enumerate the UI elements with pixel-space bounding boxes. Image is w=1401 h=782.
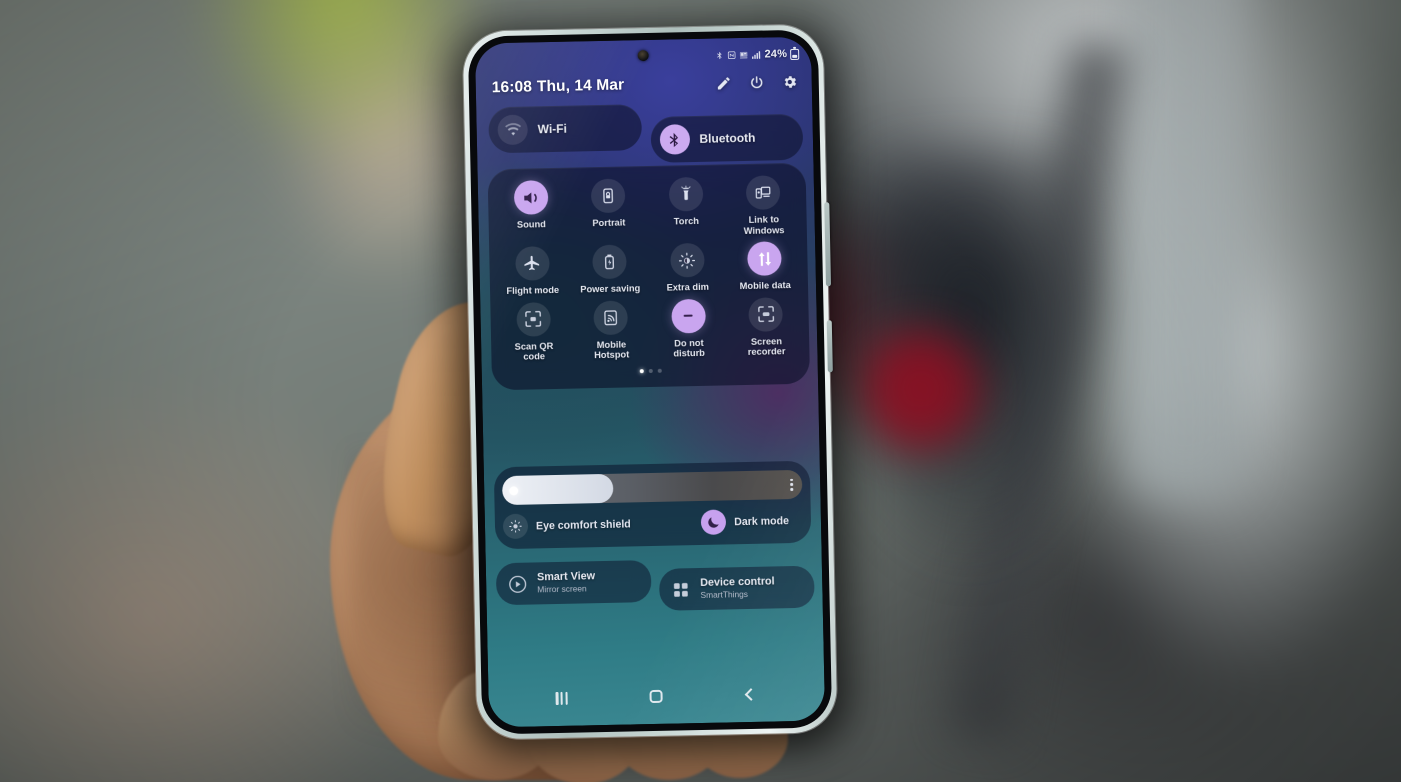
toggle-portrait[interactable]: Portrait [569, 178, 648, 242]
toggle-sound[interactable]: Sound [492, 180, 571, 244]
extra-dim-icon [669, 243, 705, 278]
header-action-icons [716, 74, 798, 92]
page-dot-1[interactable] [639, 369, 644, 374]
quick-settings-header: 16:08 Thu, 14 Mar [492, 73, 798, 97]
back-button[interactable] [733, 680, 770, 709]
home-square-icon [649, 689, 664, 703]
link-windows-icon [745, 175, 781, 210]
toggle-flight-mode[interactable]: Flight mode [493, 246, 572, 299]
toggle-label: Screen recorder [747, 336, 786, 358]
brightness-slider-fill [501, 473, 614, 506]
toggle-label: Mobile Hotspot [594, 339, 630, 361]
recents-button[interactable] [544, 684, 581, 713]
device-control-subtitle: SmartThings [700, 588, 749, 600]
clock-and-date: 16:08 Thu, 14 Mar [492, 76, 625, 97]
toggle-label: Portrait [592, 217, 626, 229]
battery-icon [790, 48, 800, 60]
vpn-status-icon [739, 50, 748, 60]
signal-bars-icon [751, 50, 761, 60]
hotspot-icon [593, 300, 629, 335]
smart-view-icon [506, 573, 528, 595]
toggle-torch[interactable]: Torch [647, 176, 726, 240]
clock-date: Thu, 14 Mar [536, 76, 625, 96]
device-control-title: Device control [700, 575, 775, 589]
quick-toggle-card: Sound Portrait Torch Link to Windows Fli… [487, 162, 811, 391]
dark-mode-label: Dark mode [734, 514, 790, 528]
power-icon[interactable] [749, 75, 765, 91]
bottom-card-row: Smart View Mirror screen Device control … [495, 557, 815, 615]
toggle-label: Link to Windows [743, 214, 785, 236]
smart-view-subtitle: Mirror screen [537, 583, 587, 595]
front-camera-punch-hole [637, 49, 649, 62]
quick-toggle-grid: Sound Portrait Torch Link to Windows Fli… [492, 175, 806, 365]
toggle-label: Torch [673, 215, 700, 227]
toggle-label: Flight mode [506, 285, 560, 297]
page-dot-3[interactable] [657, 368, 662, 373]
smartphone: 24% 16:08 Thu, 14 Mar Wi-Fi Bluetooth So… [446, 15, 856, 751]
sound-icon [513, 180, 549, 215]
home-button[interactable] [638, 682, 675, 711]
battery-percent-label: 24% [764, 48, 788, 61]
rotation-lock-icon [590, 178, 626, 214]
device-control-text: Device control SmartThings [700, 575, 775, 601]
display-toggle-row: Eye comfort shield Dark mode [502, 508, 803, 540]
status-bar: 24% [715, 48, 800, 62]
clock-time: 16:08 [491, 78, 533, 97]
more-vertical-icon[interactable] [790, 478, 794, 491]
toggle-screen-recorder[interactable]: Screen recorder [727, 296, 806, 361]
side-power-button[interactable] [826, 320, 833, 373]
toggle-power-saving[interactable]: Power saving [571, 244, 650, 297]
moon-icon [700, 509, 727, 535]
page-dot-2[interactable] [648, 368, 653, 373]
connectivity-pill-row: Wi-Fi Bluetooth [488, 101, 804, 167]
toggle-mobile-hotspot[interactable]: Mobile Hotspot [572, 300, 651, 364]
navigation-bar [488, 672, 825, 719]
toggle-link-to-windows[interactable]: Link to Windows [724, 175, 803, 239]
toggle-extra-dim[interactable]: Extra dim [648, 243, 727, 296]
phone-screen: 24% 16:08 Thu, 14 Mar Wi-Fi Bluetooth So… [474, 36, 826, 728]
brightness-card: Eye comfort shield Dark mode [493, 460, 812, 550]
toggle-do-not-disturb[interactable]: Do not disturb [649, 298, 728, 362]
toggle-label: Power saving [580, 283, 641, 295]
nfc-status-icon [727, 50, 736, 60]
bluetooth-icon [659, 124, 690, 155]
mobile-data-icon [747, 241, 783, 277]
dark-mode-toggle[interactable]: Dark mode [700, 508, 790, 535]
smart-view-title: Smart View [536, 570, 596, 584]
smartthings-grid-icon [669, 578, 691, 600]
smart-view-card[interactable]: Smart View Mirror screen [495, 560, 652, 606]
brightness-slider[interactable] [501, 469, 803, 506]
eye-comfort-shield-toggle[interactable]: Eye comfort shield [502, 511, 631, 540]
wifi-pill[interactable]: Wi-Fi [488, 104, 642, 154]
toggle-label: Extra dim [666, 281, 710, 293]
page-indicator [496, 366, 806, 376]
airplane-icon [514, 246, 550, 281]
pencil-icon[interactable] [716, 75, 732, 91]
toggle-label: Sound [516, 219, 546, 230]
toggle-label: Do not disturb [673, 337, 706, 359]
bluetooth-pill[interactable]: Bluetooth [649, 113, 804, 163]
eye-comfort-label: Eye comfort shield [535, 517, 631, 532]
wifi-label: Wi-Fi [537, 121, 568, 137]
flashlight-icon [668, 176, 704, 212]
wifi-icon [497, 114, 528, 146]
eye-comfort-icon [502, 513, 529, 540]
qr-scan-icon [516, 301, 551, 337]
toggle-scan-qr-code[interactable]: Scan QR code [494, 301, 573, 365]
smart-view-text: Smart View Mirror screen [537, 570, 596, 595]
screen-recorder-icon [748, 296, 784, 332]
toggle-label: Mobile data [739, 280, 791, 292]
recents-icon [555, 691, 568, 705]
bluetooth-status-icon [715, 50, 724, 60]
toggle-label: Scan QR code [514, 340, 554, 363]
bluetooth-label: Bluetooth [699, 130, 756, 146]
toggle-mobile-data[interactable]: Mobile data [726, 241, 805, 294]
gear-icon[interactable] [782, 74, 798, 90]
device-control-card[interactable]: Device control SmartThings [658, 565, 815, 611]
do-not-disturb-icon [671, 298, 706, 334]
back-chevron-icon [744, 687, 758, 701]
battery-saver-icon [592, 244, 628, 280]
